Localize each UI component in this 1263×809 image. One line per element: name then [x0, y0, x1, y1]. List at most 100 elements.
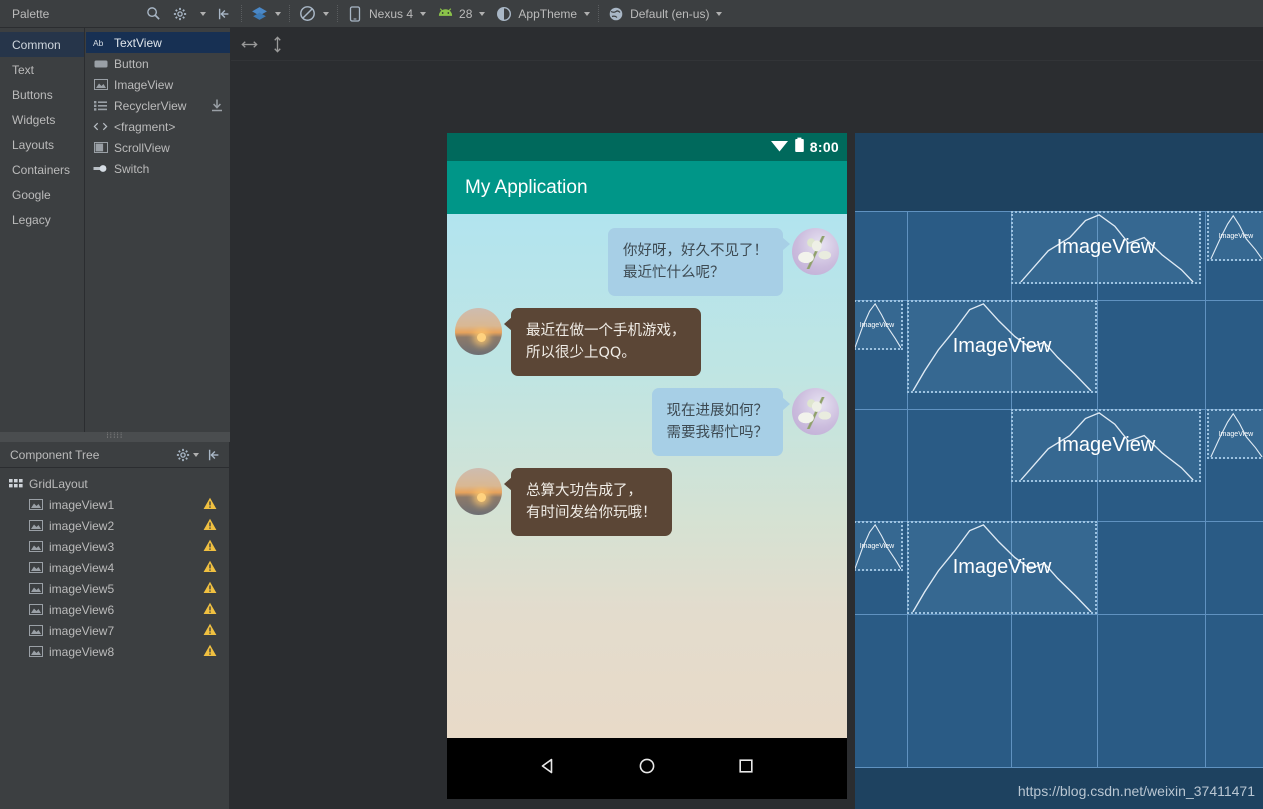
blueprint-imageview[interactable]: ImageView — [855, 521, 903, 571]
tree-node-imageview4[interactable]: imageView4 — [0, 557, 229, 578]
chevron-down-icon[interactable] — [275, 11, 281, 16]
palette-category-buttons[interactable]: Buttons — [0, 82, 84, 107]
palette-panel: Common Text Buttons Widgets Layouts Cont… — [0, 28, 230, 432]
tree-node-label: imageView2 — [49, 518, 115, 533]
chat-bubble: 最近在做一个手机游戏， 所以很少上QQ。 — [504, 308, 701, 377]
recents-icon[interactable] — [736, 756, 756, 781]
imageview-icon — [28, 562, 44, 573]
tree-node-imageview8[interactable]: imageView8 — [0, 641, 229, 662]
palette-item-label: ImageView — [114, 77, 174, 92]
blueprint-imageview[interactable]: ImageView — [855, 300, 903, 350]
theme-label: AppTheme — [518, 6, 578, 21]
search-icon[interactable] — [144, 5, 162, 23]
app-title: My Application — [465, 176, 588, 198]
chevron-down-icon[interactable] — [584, 11, 591, 16]
palette-category-text[interactable]: Text — [0, 57, 84, 82]
palette-item-scrollview[interactable]: ScrollView — [86, 137, 230, 158]
tree-node-imageview2[interactable]: imageView2 — [0, 515, 229, 536]
warning-icon[interactable] — [203, 581, 217, 597]
palette-item-button[interactable]: Button — [86, 53, 230, 74]
design-mode-selector[interactable] — [250, 5, 281, 23]
chevron-down-icon[interactable] — [420, 11, 427, 16]
palette-item-label: Button — [114, 56, 149, 71]
blueprint-imageview[interactable]: ImageView — [1011, 211, 1201, 284]
imageview-icon — [93, 78, 108, 91]
blueprint-imageview[interactable]: ImageView — [1207, 409, 1263, 459]
chevron-down-icon[interactable] — [716, 11, 723, 16]
warning-icon[interactable] — [203, 623, 217, 639]
vertical-resize-icon[interactable] — [272, 35, 283, 53]
palette-item-switch[interactable]: Switch — [86, 158, 230, 179]
warning-icon[interactable] — [203, 539, 217, 555]
tree-node-imageview3[interactable]: imageView3 — [0, 536, 229, 557]
gear-icon[interactable] — [171, 5, 189, 23]
palette-title: Palette — [12, 6, 50, 21]
orientation-icon — [298, 5, 316, 23]
tree-node-imageview1[interactable]: imageView1 — [0, 494, 229, 515]
palette-item-label: <fragment> — [114, 119, 176, 134]
palette-item-fragment[interactable]: <fragment> — [86, 116, 230, 137]
tree-node-gridlayout[interactable]: GridLayout — [0, 473, 229, 494]
palette-category-common[interactable]: Common — [0, 32, 84, 57]
collapse-icon[interactable] — [207, 448, 221, 462]
grid-column-line — [1097, 211, 1098, 768]
chevron-down-icon[interactable] — [479, 11, 486, 16]
palette-item-imageview[interactable]: ImageView — [86, 74, 230, 95]
panel-splitter[interactable]: ⁞⁞⁞⁞⁞ — [0, 432, 230, 442]
blueprint-imageview-label: ImageView — [859, 542, 895, 550]
orientation-selector[interactable] — [298, 5, 329, 23]
warning-icon[interactable] — [203, 518, 217, 534]
tree-node-imageview5[interactable]: imageView5 — [0, 578, 229, 599]
download-icon[interactable] — [211, 99, 223, 115]
gear-caret-icon[interactable] — [200, 11, 206, 16]
avatar — [792, 228, 839, 275]
blueprint-imageview-label: ImageView — [952, 335, 1052, 357]
horizontal-resize-icon[interactable] — [241, 39, 258, 50]
device-selector[interactable]: Nexus 4 — [346, 5, 427, 23]
theme-selector[interactable]: AppTheme — [495, 5, 591, 23]
chat-area: 你好呀，好久不见了！ 最近忙什么呢？ 最近在做一个手机游戏， 所以很少上QQ。 … — [447, 214, 847, 738]
tree-node-label: imageView7 — [49, 623, 115, 638]
chat-message: 你好呀，好久不见了！ 最近忙什么呢？ — [447, 228, 847, 297]
warning-icon[interactable] — [203, 497, 217, 513]
blueprint-imageview-label: ImageView — [1056, 434, 1156, 456]
blueprint-imageview[interactable]: ImageView — [907, 521, 1097, 614]
tree-node-label: imageView3 — [49, 539, 115, 554]
palette-category-widgets[interactable]: Widgets — [0, 107, 84, 132]
blueprint-imageview-label: ImageView — [952, 556, 1052, 578]
toolbar-divider-3 — [337, 5, 338, 22]
tree-node-imageview7[interactable]: imageView7 — [0, 620, 229, 641]
back-icon[interactable] — [538, 756, 558, 781]
blueprint-imageview[interactable]: ImageView — [1011, 409, 1201, 482]
chat-message: 现在进展如何？ 需要我帮忙吗？ — [447, 388, 847, 457]
locale-selector[interactable]: Default (en-us) — [607, 5, 723, 23]
palette-item-textview[interactable]: Ab TextView — [86, 32, 230, 53]
blueprint-imageview[interactable]: ImageView — [1207, 211, 1263, 261]
api-selector[interactable]: 28 — [436, 5, 486, 23]
palette-category-google[interactable]: Google — [0, 182, 84, 207]
warning-icon[interactable] — [203, 560, 217, 576]
palette-category-containers[interactable]: Containers — [0, 157, 84, 182]
chat-line: 所以很少上QQ。 — [526, 345, 636, 362]
warning-icon[interactable] — [203, 644, 217, 660]
tree-node-imageview6[interactable]: imageView6 — [0, 599, 229, 620]
collapse-icon[interactable] — [215, 5, 233, 23]
chevron-down-icon[interactable] — [193, 452, 199, 457]
chevron-down-icon[interactable] — [323, 11, 329, 16]
home-icon[interactable] — [637, 756, 657, 781]
palette-category-legacy[interactable]: Legacy — [0, 207, 84, 232]
palette-toolbar-icons — [144, 5, 233, 23]
gear-icon[interactable] — [176, 448, 190, 462]
grid-column-line — [1011, 211, 1012, 768]
blueprint-imageview[interactable]: ImageView — [907, 300, 1097, 393]
tree-node-label: imageView1 — [49, 497, 115, 512]
layers-icon — [250, 5, 268, 23]
palette-category-layouts[interactable]: Layouts — [0, 132, 84, 157]
canvas-toolbar — [231, 28, 1263, 61]
warning-icon[interactable] — [203, 602, 217, 618]
api-label: 28 — [459, 6, 473, 21]
chat-line: 总算大功告成了， — [526, 483, 642, 500]
component-tree-title: Component Tree — [10, 447, 100, 462]
palette-item-recyclerview[interactable]: RecyclerView — [86, 95, 230, 116]
chat-bubble: 现在进展如何？ 需要我帮忙吗？ — [651, 388, 790, 457]
